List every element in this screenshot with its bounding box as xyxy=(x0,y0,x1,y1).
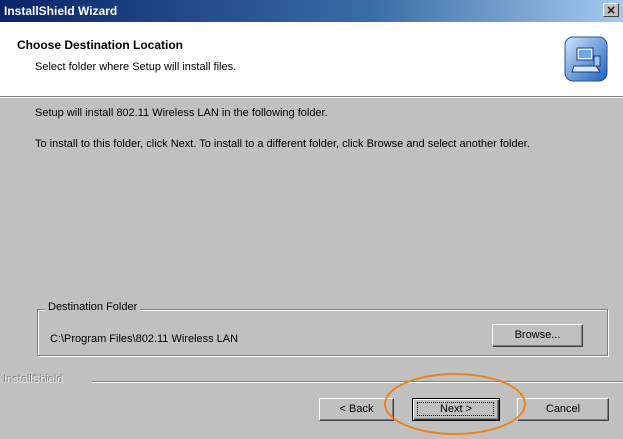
page-subtitle: Select folder where Setup will install f… xyxy=(35,61,237,73)
back-button[interactable]: < Back xyxy=(319,398,394,421)
instructions-text: To install to this folder, click Next. T… xyxy=(35,138,530,150)
footer-separator xyxy=(92,381,623,383)
title-bar[interactable]: InstallShield Wizard × xyxy=(0,0,623,22)
page-title: Choose Destination Location xyxy=(17,38,184,52)
close-icon: × xyxy=(605,3,617,17)
window-title: InstallShield Wizard xyxy=(4,4,118,18)
close-button[interactable]: × xyxy=(603,3,619,17)
next-focus-rect xyxy=(417,402,494,416)
browse-button[interactable]: Browse... xyxy=(492,324,583,347)
install-location-text: Setup will install 802.11 Wireless LAN i… xyxy=(35,107,328,119)
cancel-button[interactable]: Cancel xyxy=(517,398,609,421)
installshield-wizard-window: InstallShield Wizard × Choose Destinatio… xyxy=(0,0,623,439)
installshield-brand: InstallShield xyxy=(4,374,64,386)
destination-folder-label: Destination Folder xyxy=(45,301,141,313)
header-panel: Choose Destination Location Select folde… xyxy=(0,22,623,96)
computer-install-icon xyxy=(564,36,608,82)
header-separator xyxy=(0,96,623,98)
destination-path: C:\Program Files\802.11 Wireless LAN xyxy=(50,333,239,345)
